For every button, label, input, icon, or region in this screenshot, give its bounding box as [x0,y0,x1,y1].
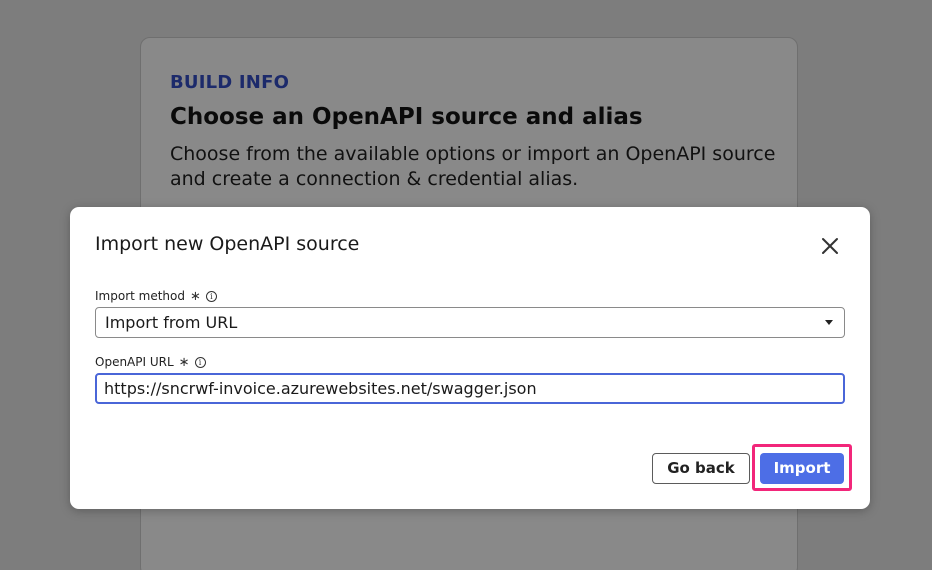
asterisk-icon: ∗ [189,288,201,304]
openapi-url-label: OpenAPI URL [95,355,174,369]
chevron-down-icon [825,320,833,325]
page-description: Choose from the available options or imp… [170,143,776,190]
go-back-button[interactable]: Go back [652,453,750,484]
openapi-url-input[interactable] [95,373,845,404]
page-title: Choose an OpenAPI source and alias [170,104,643,130]
import-source-modal: Import new OpenAPI source Import method … [70,207,870,509]
import-method-label-row: Import method ∗ i [95,289,217,303]
import-button[interactable]: Import [760,453,844,484]
info-icon[interactable]: i [205,290,217,302]
import-method-select[interactable]: Import from URL [95,307,845,338]
asterisk-icon: ∗ [178,354,190,370]
info-icon[interactable]: i [194,356,206,368]
import-method-selected: Import from URL [105,313,238,332]
openapi-url-label-row: OpenAPI URL ∗ i [95,355,206,369]
import-method-label: Import method [95,289,185,303]
section-eyebrow: BUILD INFO [170,72,290,93]
modal-title: Import new OpenAPI source [95,233,360,255]
close-icon[interactable] [818,234,842,258]
